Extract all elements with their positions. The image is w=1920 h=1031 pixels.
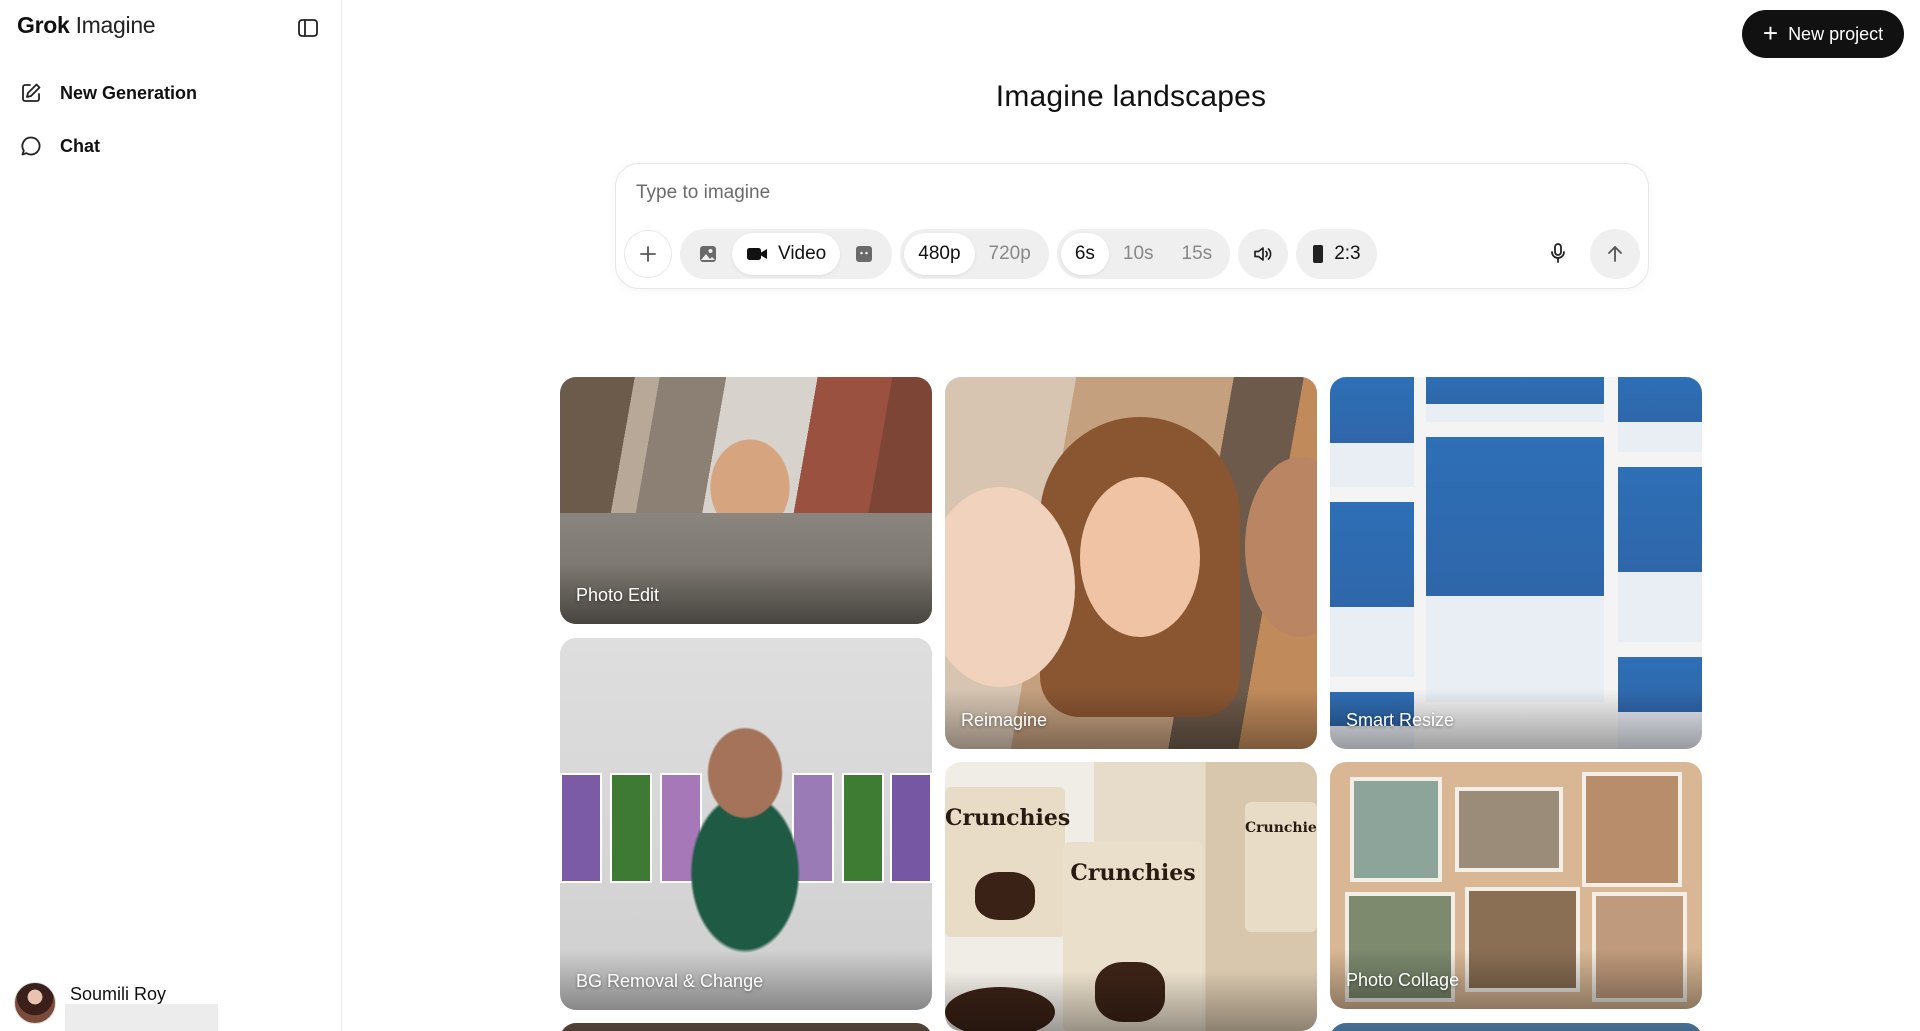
speaker-icon [1254,247,1272,261]
resolution-option-720p[interactable]: 720p [975,233,1045,275]
card-image [1245,457,1317,637]
card-image [1080,477,1200,637]
card-image [945,987,1055,1031]
card-label: Smart Resize [1346,710,1455,730]
gallery-card-smart-resize[interactable]: Smart Resize [1330,377,1702,749]
arrow-up-icon [1608,246,1622,262]
mode-avatar-option[interactable] [840,233,888,275]
sidebar: Grok Imagine New Generation Chat Soumili… [0,0,342,1031]
new-project-button[interactable]: + New project [1742,10,1904,58]
mode-selector: Video [680,229,893,279]
sidebar-item-chat[interactable]: Chat [18,128,100,164]
gallery-card-photo-edit[interactable]: Photo Edit [560,377,932,624]
avatar [14,982,56,1024]
card-image [890,773,932,883]
microphone-button[interactable] [1534,229,1582,277]
new-project-label: New project [1788,23,1884,44]
mode-image-option[interactable] [684,233,732,275]
edit-icon [18,80,44,106]
image-icon [700,246,716,262]
card-image [610,773,652,883]
video-camera-icon [747,248,767,260]
prompt-input[interactable] [636,178,1536,208]
face-icon [856,246,873,262]
microphone-icon [1551,243,1565,263]
prompt-composer: Video 480p 720p 6s 10s 15s [615,163,1649,289]
card-image [1455,787,1563,872]
mode-video-label: Video [778,243,827,264]
chat-bubble-icon [18,133,44,159]
card-image [975,872,1035,920]
card-label: BG Removal & Change [576,971,764,991]
card-image [1618,657,1702,749]
card-image [1582,772,1682,887]
plus-icon [640,246,656,262]
card-label: Photo Collage [1346,970,1460,990]
gallery-card-reimagine[interactable]: Reimagine [945,377,1317,749]
gallery-card-photo-collage[interactable]: Photo Collage [1330,762,1702,1009]
sidebar-item-label: Chat [60,135,100,156]
gallery-card[interactable] [1330,1023,1702,1031]
gallery-card[interactable] [560,1023,932,1031]
submit-button[interactable] [1590,229,1640,279]
card-image [560,773,602,883]
duration-option-10s[interactable]: 10s [1109,233,1168,275]
card-image [1426,437,1604,702]
card-image [1426,377,1604,422]
user-subtitle-placeholder [65,1004,218,1031]
product-brand: Crunchies [1070,860,1196,886]
aspect-ratio-value: 2:3 [1334,243,1361,264]
card-image [842,773,884,883]
gallery-card-product[interactable]: Crunchies Crunchies Crunchies [945,762,1317,1031]
composer-toolbar: Video 480p 720p 6s 10s 15s 2:3 [624,229,1377,279]
resolution-option-480p[interactable]: 480p [904,233,975,275]
user-name: Soumili Roy [70,983,167,1004]
audio-toggle[interactable] [1238,229,1289,279]
duration-option-15s[interactable]: 15s [1168,233,1227,275]
card-image [1350,777,1442,882]
card-image [1330,502,1414,677]
card-image [560,512,932,624]
card-image [685,713,805,978]
card-image [1330,377,1414,487]
resolution-selector: 480p 720p [900,229,1049,279]
sidebar-item-label: New Generation [60,82,198,103]
card-image [1465,887,1580,992]
mode-video-option[interactable]: Video [732,233,841,275]
duration-selector: 6s 10s 15s [1056,229,1231,279]
page-title: Imagine landscapes [995,80,1267,113]
aspect-ratio-selector[interactable]: 2:3 [1296,229,1377,279]
gallery-card-bg-removal[interactable]: BG Removal & Change [560,638,932,1010]
sidebar-toggle-icon[interactable] [296,16,320,40]
card-image [1618,467,1702,642]
card-label: Photo Edit [576,585,660,605]
app-logo[interactable]: Grok Imagine [17,12,156,39]
aspect-ratio-icon [1313,245,1324,263]
card-label: Reimagine [961,710,1048,730]
card-image [1592,892,1687,1002]
sidebar-item-new-generation[interactable]: New Generation [18,75,197,111]
brand-product: Imagine [75,12,156,38]
brand-name: Grok [17,12,70,38]
card-image [1618,377,1702,452]
plus-icon: + [1762,17,1779,48]
card-image [1095,962,1165,1022]
product-brand: Crunchies [1245,820,1317,836]
duration-option-6s[interactable]: 6s [1060,233,1109,275]
product-brand: Crunchies [945,805,1071,831]
add-attachment-button[interactable] [624,230,672,278]
card-image: Crunchies [1063,842,1203,1031]
card-image: Crunchies [1245,802,1317,932]
